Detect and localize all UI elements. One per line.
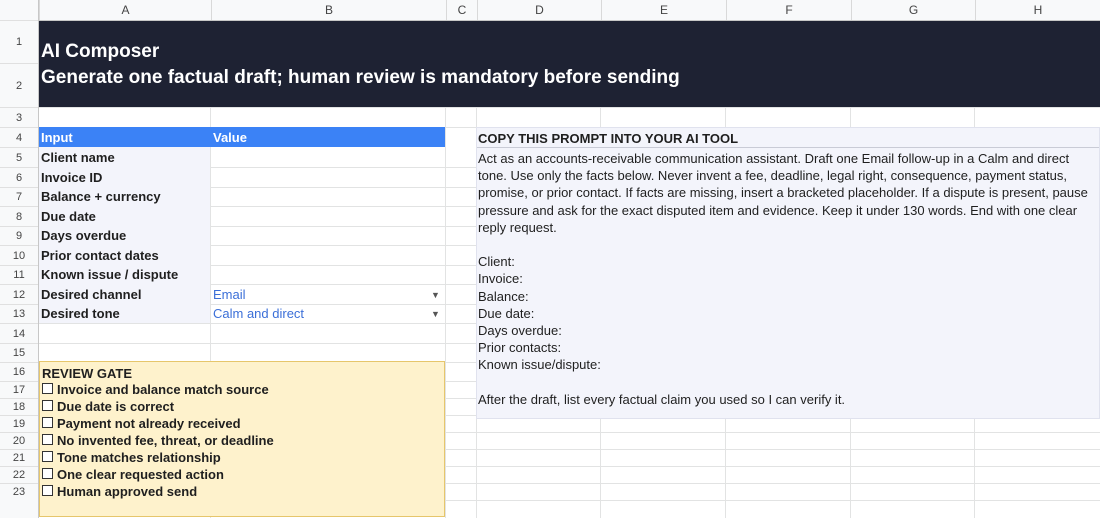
review-item-label: Payment not already received xyxy=(57,416,241,431)
row-header-6[interactable]: 6 xyxy=(0,167,38,187)
input-label-balance: Balance + currency xyxy=(41,189,161,204)
review-checklist-item[interactable]: Human approved send xyxy=(42,484,197,499)
input-label-due-date: Due date xyxy=(41,209,96,224)
row-header-20[interactable]: 20 xyxy=(0,432,38,449)
page-subtitle: Generate one factual draft; human review… xyxy=(41,67,680,88)
input-label-days-overdue: Days overdue xyxy=(41,228,127,243)
review-item-label: No invented fee, threat, or deadline xyxy=(57,433,274,448)
row-header-18[interactable]: 18 xyxy=(0,398,38,415)
input-label-known-issue: Known issue / dispute xyxy=(41,267,179,282)
row-header-11[interactable]: 11 xyxy=(0,265,38,284)
row-header-4[interactable]: 4 xyxy=(0,127,38,147)
review-checklist-item[interactable]: Due date is correct xyxy=(42,399,174,414)
review-item-label: One clear requested action xyxy=(57,467,224,482)
checkbox-icon[interactable] xyxy=(42,383,53,394)
row-header-5[interactable]: 5 xyxy=(0,147,38,167)
row-header-9[interactable]: 9 xyxy=(0,226,38,245)
review-checklist-item[interactable]: No invented fee, threat, or deadline xyxy=(42,433,274,448)
checkbox-icon[interactable] xyxy=(42,417,53,428)
row-header-13[interactable]: 13 xyxy=(0,304,38,323)
checkbox-icon[interactable] xyxy=(42,434,53,445)
checkbox-icon[interactable] xyxy=(42,400,53,411)
input-label-prior-contact-dates: Prior contact dates xyxy=(41,248,159,263)
input-column-header: Input xyxy=(41,130,73,145)
row-header-1[interactable]: 1 xyxy=(0,20,38,63)
row-header-2[interactable]: 2 xyxy=(0,63,38,107)
row-header-bar: 1 2 3 4 5 6 7 8 9 10 11 12 13 14 15 16 1… xyxy=(0,20,39,518)
input-label-desired-tone: Desired tone xyxy=(41,306,120,321)
review-gate-title: REVIEW GATE xyxy=(42,366,133,381)
column-header-a[interactable]: A xyxy=(39,0,211,20)
row-header-10[interactable]: 10 xyxy=(0,245,38,265)
column-header-g[interactable]: G xyxy=(851,0,975,20)
input-label-invoice-id: Invoice ID xyxy=(41,170,103,185)
select-all-corner[interactable] xyxy=(0,0,39,20)
row-header-19[interactable]: 19 xyxy=(0,415,38,432)
row-header-8[interactable]: 8 xyxy=(0,206,38,226)
review-item-label: Due date is correct xyxy=(57,399,175,414)
column-header-e[interactable]: E xyxy=(601,0,726,20)
page-title: AI Composer xyxy=(41,41,160,62)
inputs-header-row: Input Value xyxy=(39,127,445,147)
checkbox-icon[interactable] xyxy=(42,468,53,479)
prompt-panel-title: COPY THIS PROMPT INTO YOUR AI TOOL xyxy=(478,131,739,146)
review-checklist-item[interactable]: Payment not already received xyxy=(42,416,241,431)
value-column-header: Value xyxy=(213,130,247,145)
row-header-12[interactable]: 12 xyxy=(0,284,38,304)
desired-tone-dropdown[interactable]: Calm and direct xyxy=(213,306,304,321)
row-header-7[interactable]: 7 xyxy=(0,187,38,206)
column-header-b[interactable]: B xyxy=(211,0,446,20)
row-header-22[interactable]: 22 xyxy=(0,466,38,483)
column-header-d[interactable]: D xyxy=(477,0,601,20)
desired-channel-dropdown[interactable]: Email xyxy=(213,287,246,302)
input-label-desired-channel: Desired channel xyxy=(41,287,142,302)
row-header-14[interactable]: 14 xyxy=(0,323,38,343)
review-item-label: Tone matches relationship xyxy=(57,450,221,465)
review-checklist-item[interactable]: One clear requested action xyxy=(42,467,224,482)
column-header-h[interactable]: H xyxy=(975,0,1100,20)
review-checklist-item[interactable]: Invoice and balance match source xyxy=(42,382,269,397)
column-header-c[interactable]: C xyxy=(446,0,477,20)
chevron-down-icon[interactable]: ▼ xyxy=(431,309,440,319)
review-item-label: Human approved send xyxy=(57,484,198,499)
column-header-f[interactable]: F xyxy=(726,0,851,20)
checkbox-icon[interactable] xyxy=(42,451,53,462)
prompt-panel: COPY THIS PROMPT INTO YOUR AI TOOL Act a… xyxy=(476,127,1100,419)
row-header-23[interactable]: 23 xyxy=(0,483,38,500)
review-item-label: Invoice and balance match source xyxy=(57,382,269,397)
row-header-16[interactable]: 16 xyxy=(0,362,38,381)
row-header-21[interactable]: 21 xyxy=(0,449,38,466)
title-banner: AI Composer Generate one factual draft; … xyxy=(39,21,1100,107)
row-header-17[interactable]: 17 xyxy=(0,381,38,398)
prompt-divider xyxy=(477,147,1099,148)
column-header-bar: A B C D E F G H xyxy=(0,0,1100,21)
checkbox-icon[interactable] xyxy=(42,485,53,496)
row-header-3[interactable]: 3 xyxy=(0,107,38,127)
chevron-down-icon[interactable]: ▼ xyxy=(431,290,440,300)
input-label-client-name: Client name xyxy=(41,150,115,165)
prompt-text[interactable]: Act as an accounts-receivable communicat… xyxy=(478,150,1098,408)
review-gate-panel: REVIEW GATE Invoice and balance match so… xyxy=(39,361,445,517)
row-header-15[interactable]: 15 xyxy=(0,343,38,362)
review-checklist-item[interactable]: Tone matches relationship xyxy=(42,450,221,465)
